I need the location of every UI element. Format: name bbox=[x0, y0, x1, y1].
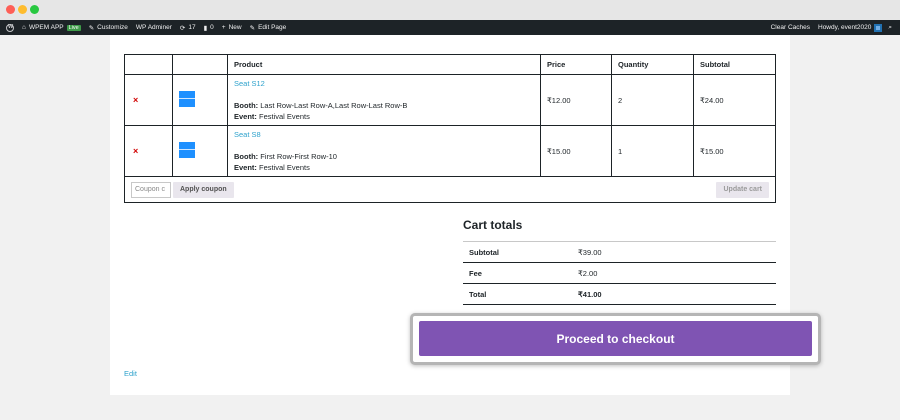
fee-value: ₹2.00 bbox=[578, 262, 776, 284]
product-cell: Seat S8 Booth: First Row-First Row-10 Ev… bbox=[227, 125, 541, 177]
new-content-link[interactable]: + New bbox=[222, 24, 242, 31]
checkout-highlight: Proceed to checkout bbox=[410, 313, 821, 365]
subtotal-cell: ₹15.00 bbox=[693, 125, 776, 177]
wp-adminer-link[interactable]: WP Adminer bbox=[136, 24, 172, 31]
total-label: Total bbox=[463, 283, 578, 305]
booth-value: Last Row-Last Row-A,Last Row-Last Row-B bbox=[258, 100, 408, 110]
booth-meta: Booth: First Row-First Row-10 bbox=[234, 151, 540, 162]
event-label: Event: bbox=[234, 111, 257, 121]
comments-count: 0 bbox=[210, 24, 214, 31]
minimize-window-icon[interactable] bbox=[18, 5, 27, 14]
close-window-icon[interactable] bbox=[6, 5, 15, 14]
booth-label: Booth: bbox=[234, 100, 259, 110]
updates-link[interactable]: ⟳ 17 bbox=[180, 24, 196, 32]
product-cell: Seat S12 Booth: Last Row-Last Row-A,Last… bbox=[227, 74, 541, 126]
admin-bar: ⌂ WPEM APP Live ✎ Customize WP Adminer ⟳… bbox=[0, 20, 900, 35]
product-column-header: Product bbox=[227, 54, 541, 75]
remove-item-button[interactable]: × bbox=[124, 74, 173, 126]
window-titlebar bbox=[0, 0, 900, 20]
proceed-to-checkout-button[interactable]: Proceed to checkout bbox=[419, 321, 812, 356]
new-label: New bbox=[228, 24, 242, 31]
home-icon: ⌂ bbox=[22, 24, 26, 31]
remove-column-header bbox=[124, 54, 173, 75]
comment-icon: ▮ bbox=[203, 24, 208, 32]
table-row: × Seat S8 Booth: First Row-First Row-10 … bbox=[124, 125, 776, 177]
live-badge: Live bbox=[66, 24, 81, 31]
plus-icon: + bbox=[221, 24, 226, 31]
maximize-window-icon[interactable] bbox=[30, 5, 39, 14]
fee-label: Fee bbox=[463, 262, 578, 284]
product-name-link[interactable]: Seat S12 bbox=[234, 79, 540, 88]
cart-actions-cell: Coupon c Apply coupon Update cart bbox=[124, 176, 776, 203]
comments-link[interactable]: ▮ 0 bbox=[204, 24, 214, 32]
cart-actions: Coupon c Apply coupon Update cart bbox=[131, 181, 775, 198]
wp-adminer-label: WP Adminer bbox=[135, 24, 172, 31]
coupon-code-input[interactable]: Coupon c bbox=[131, 181, 171, 198]
edit-page-label: Edit Page bbox=[258, 24, 287, 31]
subtotal-column-header: Subtotal bbox=[693, 54, 776, 75]
event-meta: Event: Festival Events bbox=[234, 111, 540, 122]
customize-label: Customize bbox=[97, 24, 128, 31]
site-name-link[interactable]: ⌂ WPEM APP Live bbox=[22, 24, 81, 31]
totals-row-total: Total ₹41.00 bbox=[463, 283, 776, 305]
avatar[interactable] bbox=[874, 23, 883, 32]
table-row: × Seat S12 Booth: Last Row-Last Row-A,La… bbox=[124, 74, 776, 126]
updates-icon: ⟳ bbox=[179, 24, 186, 32]
event-value: Festival Events bbox=[256, 111, 310, 121]
wordpress-logo-icon[interactable] bbox=[6, 23, 14, 32]
update-cart-button[interactable]: Update cart bbox=[716, 181, 769, 198]
totals-row-fee: Fee ₹2.00 bbox=[463, 262, 776, 284]
price-column-header: Price bbox=[540, 54, 612, 75]
product-thumbnail[interactable] bbox=[179, 142, 195, 158]
brush-icon: ✎ bbox=[88, 24, 95, 32]
cart-totals-title: Cart totals bbox=[463, 218, 523, 232]
clear-caches-link[interactable]: Clear Caches bbox=[771, 24, 810, 31]
product-thumbnail[interactable] bbox=[179, 91, 195, 107]
remove-item-button[interactable]: × bbox=[124, 125, 173, 177]
thumbnail-cell bbox=[172, 74, 228, 126]
event-value: Festival Events bbox=[256, 162, 310, 172]
total-value: ₹41.00 bbox=[578, 283, 776, 305]
subtotal-label: Subtotal bbox=[463, 241, 578, 263]
search-icon[interactable]: ⌕ bbox=[888, 24, 892, 32]
subtotal-value: ₹39.00 bbox=[578, 241, 776, 263]
thumbnail-column-header bbox=[172, 54, 228, 75]
cart-table-header: Product Price Quantity Subtotal bbox=[124, 54, 776, 75]
edit-page-link[interactable]: ✎ Edit Page bbox=[250, 24, 287, 32]
event-meta: Event: Festival Events bbox=[234, 162, 540, 173]
booth-label: Booth: bbox=[234, 151, 259, 161]
coupon-group: Coupon c Apply coupon bbox=[131, 181, 234, 198]
updates-count: 17 bbox=[188, 24, 196, 31]
cart-table: Product Price Quantity Subtotal × Seat S… bbox=[124, 54, 776, 203]
price-cell: ₹15.00 bbox=[540, 125, 612, 177]
totals-row-subtotal: Subtotal ₹39.00 bbox=[463, 241, 776, 263]
thumbnail-cell bbox=[172, 125, 228, 177]
cart-totals-table: Subtotal ₹39.00 Fee ₹2.00 Total ₹41.00 bbox=[463, 241, 776, 305]
event-label: Event: bbox=[234, 162, 257, 172]
quantity-cell: 2 bbox=[611, 74, 694, 126]
howdy-user-link[interactable]: Howdy, event2020 bbox=[818, 24, 871, 31]
cart-actions-row: Coupon c Apply coupon Update cart bbox=[124, 176, 776, 203]
product-name-link[interactable]: Seat S8 bbox=[234, 130, 540, 139]
booth-value: First Row-First Row-10 bbox=[258, 151, 337, 161]
site-name: WPEM APP bbox=[28, 24, 64, 31]
customize-link[interactable]: ✎ Customize bbox=[89, 24, 128, 32]
quantity-column-header: Quantity bbox=[611, 54, 694, 75]
apply-coupon-button[interactable]: Apply coupon bbox=[173, 181, 234, 198]
pencil-icon: ✎ bbox=[249, 24, 256, 32]
price-cell: ₹12.00 bbox=[540, 74, 612, 126]
booth-meta: Booth: Last Row-Last Row-A,Last Row-Last… bbox=[234, 100, 540, 111]
quantity-cell: 1 bbox=[611, 125, 694, 177]
edit-link[interactable]: Edit bbox=[124, 369, 137, 378]
subtotal-cell: ₹24.00 bbox=[693, 74, 776, 126]
